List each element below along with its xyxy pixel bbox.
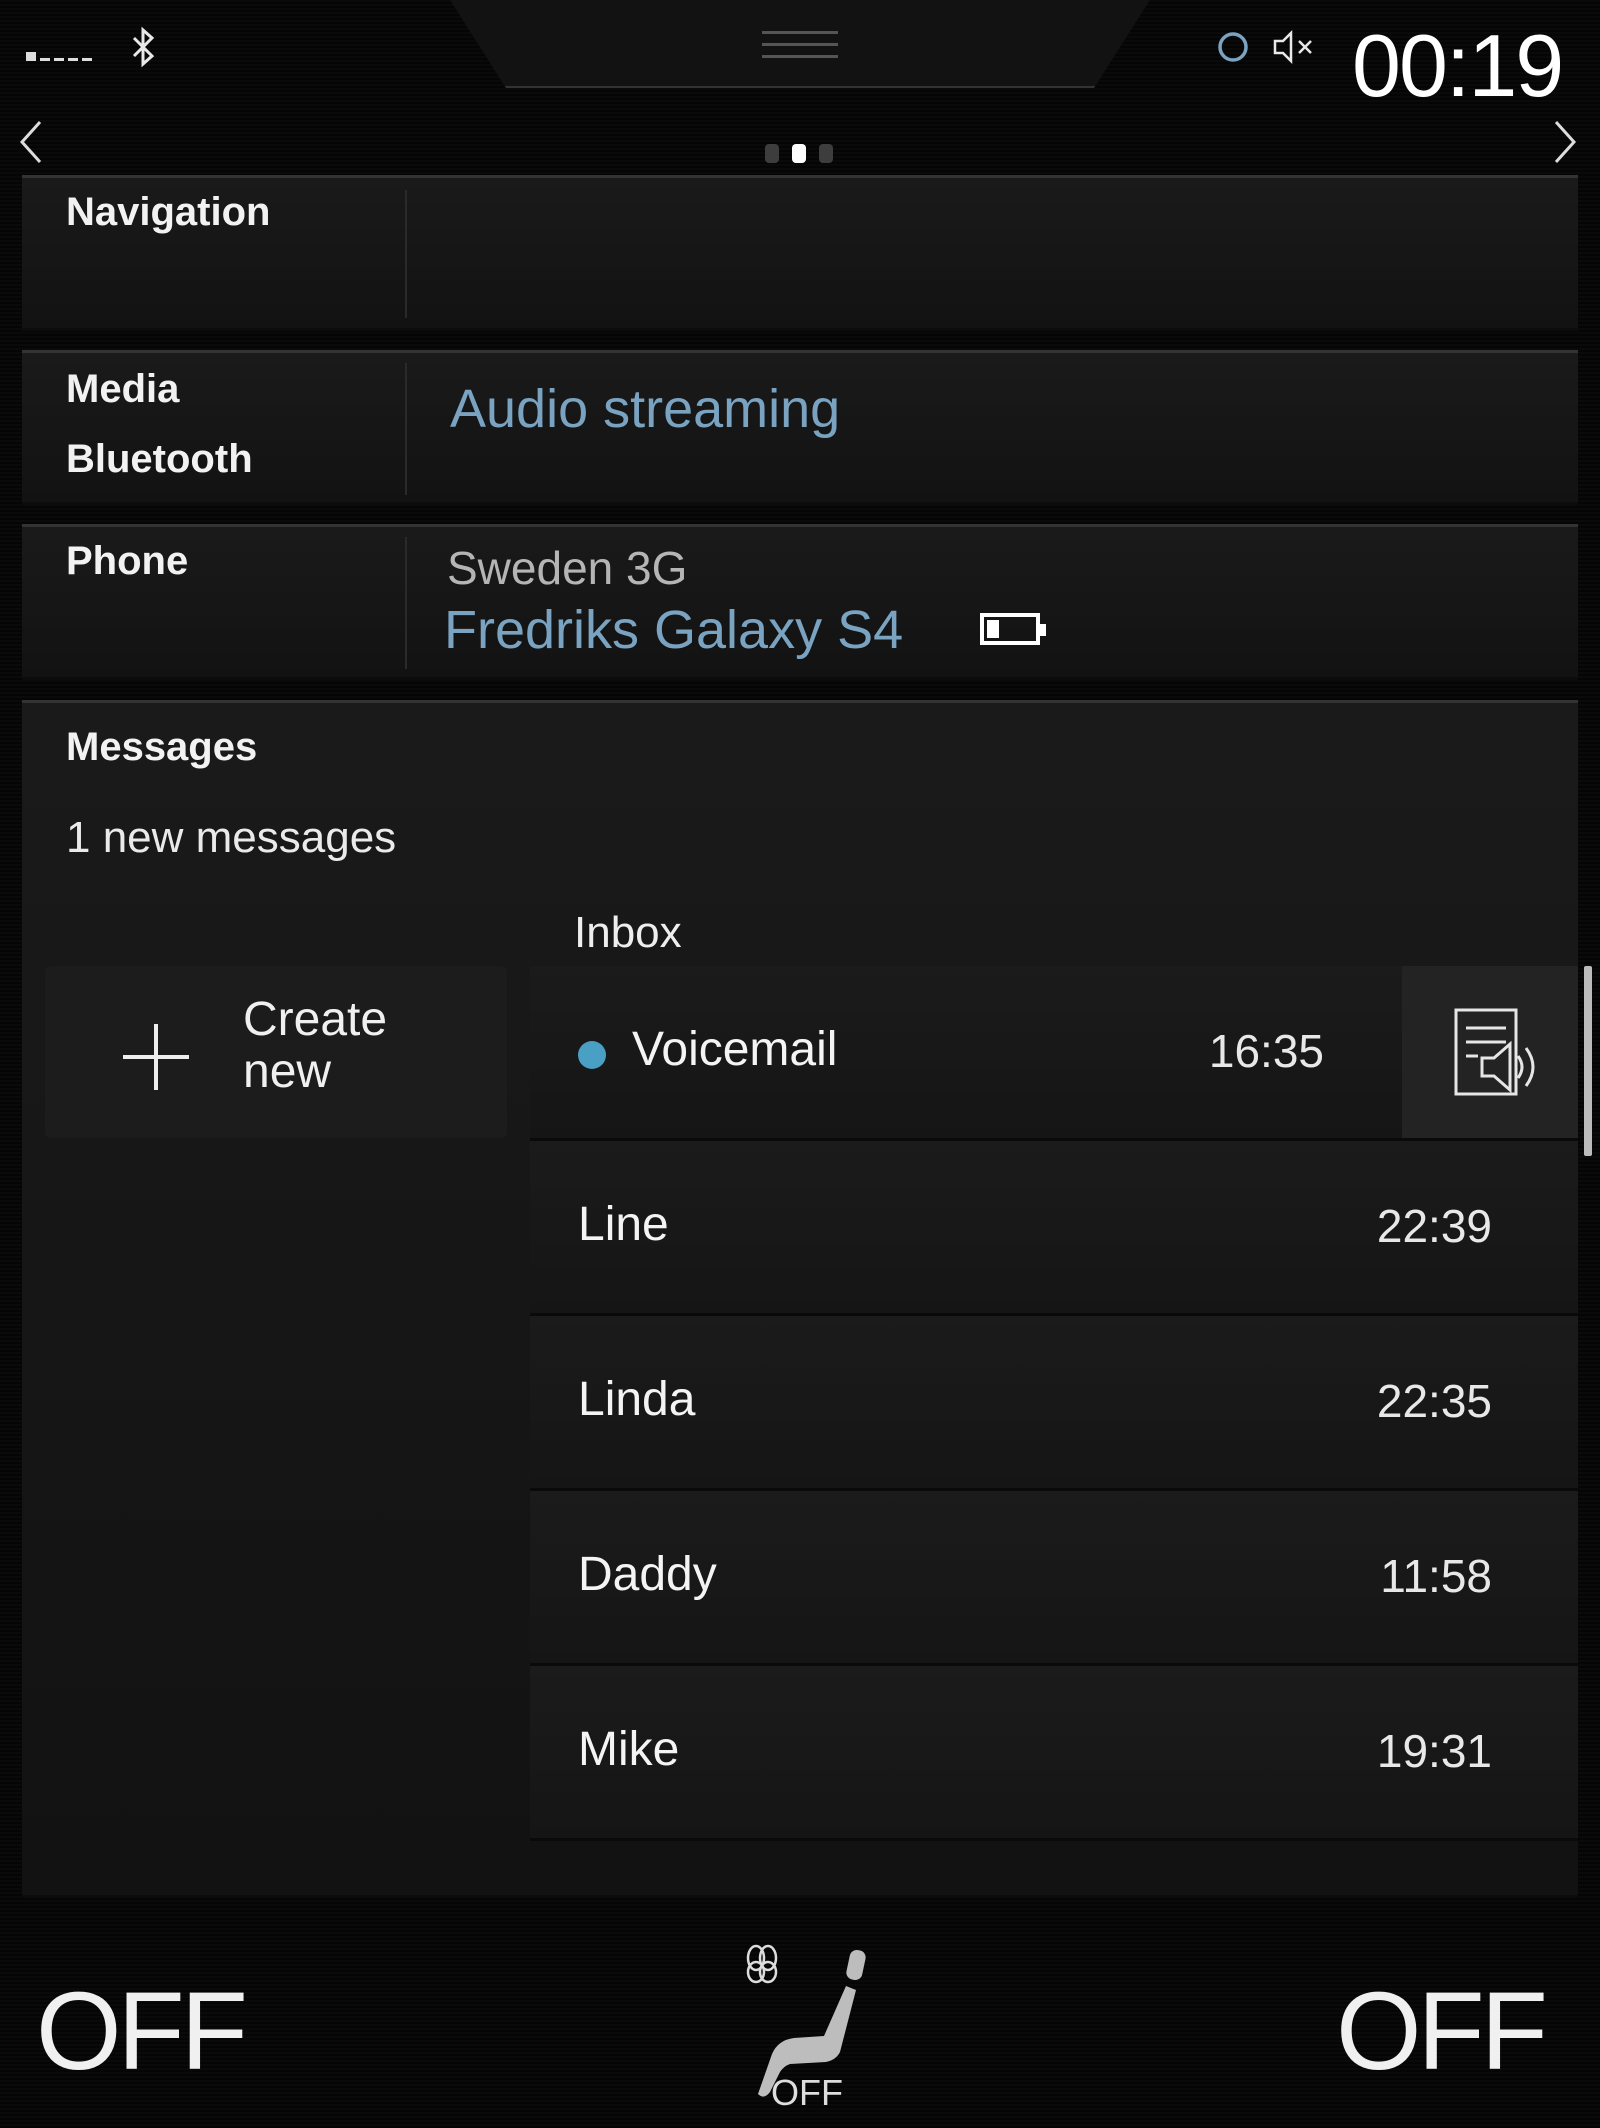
tile-divider — [405, 537, 407, 669]
message-time: 22:35 — [1376, 1375, 1492, 1427]
messages-tile: Messages 1 new messages Inbox Create new… — [22, 700, 1592, 1898]
page-dot[interactable] — [819, 144, 833, 163]
page-dot-active[interactable] — [792, 144, 806, 163]
inbox-item[interactable]: Daddy 11:58 — [530, 1491, 1578, 1666]
sender-name: Line — [578, 1198, 669, 1251]
drag-handle-icon[interactable] — [762, 31, 838, 67]
clock: 00:19 — [1352, 16, 1564, 115]
tile-divider — [405, 190, 407, 318]
battery-icon — [980, 613, 1046, 645]
right-temperature-button[interactable]: OFF — [1336, 1968, 1548, 2095]
connected-device[interactable]: Fredriks Galaxy S4 — [444, 599, 903, 661]
unread-indicator — [578, 1041, 606, 1069]
message-time: 22:39 — [1376, 1200, 1492, 1252]
media-label: Media — [66, 367, 180, 411]
inbox-item[interactable]: Mike 19:31 — [530, 1666, 1578, 1841]
media-source-link[interactable]: Audio streaming — [450, 378, 840, 440]
sender-name: Voicemail — [632, 1023, 838, 1076]
inbox-item-voicemail[interactable]: Voicemail 16:35 — [530, 966, 1578, 1141]
inbox-item[interactable]: Linda 22:35 — [530, 1316, 1578, 1491]
sender-name: Mike — [578, 1723, 680, 1776]
inbox-label: Inbox — [574, 908, 682, 957]
chevron-right-icon[interactable] — [1550, 118, 1580, 166]
inbox-item[interactable]: Line 22:39 — [530, 1141, 1578, 1316]
create-label-line1: Create — [243, 993, 388, 1046]
navigation-label: Navigation — [66, 190, 271, 234]
read-aloud-button[interactable] — [1402, 966, 1578, 1138]
page-indicator — [765, 144, 833, 163]
create-label-line2: new — [243, 1045, 332, 1098]
tile-divider — [405, 363, 407, 495]
network-name: Sweden 3G — [447, 542, 688, 594]
inbox-scrollbar[interactable] — [1584, 966, 1592, 1156]
seat-fan-status: OFF — [771, 2072, 843, 2113]
chevron-left-icon[interactable] — [16, 118, 46, 166]
sender-name: Daddy — [578, 1548, 717, 1601]
media-tile[interactable]: Media Bluetooth Audio streaming — [22, 350, 1578, 505]
bluetooth-icon — [132, 26, 155, 68]
phone-tile[interactable]: Phone Sweden 3G Fredriks Galaxy S4 — [22, 524, 1578, 680]
message-time: 19:31 — [1376, 1725, 1492, 1777]
navigation-tile[interactable]: Navigation — [22, 175, 1578, 331]
media-source-label: Bluetooth — [66, 437, 253, 481]
new-messages-count: 1 new messages — [66, 813, 397, 862]
speaker-muted-icon[interactable] — [1272, 30, 1316, 64]
plus-icon — [123, 1024, 189, 1090]
read-aloud-icon — [1454, 1008, 1535, 1096]
left-temperature-button[interactable]: OFF — [36, 1968, 248, 2095]
message-time: 11:58 — [1380, 1550, 1492, 1602]
inbox-list[interactable]: Voicemail 16:35 Line 22:39 Linda 22:35 D… — [530, 966, 1592, 1841]
messages-title: Messages — [66, 725, 258, 769]
signal-strength-icon — [26, 52, 92, 61]
message-time: 16:35 — [1208, 1025, 1324, 1077]
page-dot[interactable] — [765, 144, 779, 163]
phone-label: Phone — [66, 539, 189, 583]
sync-ring-icon — [1218, 32, 1248, 62]
sender-name: Linda — [578, 1373, 696, 1426]
fan-icon — [746, 1944, 778, 1984]
create-new-message-button[interactable]: Create new — [45, 966, 507, 1138]
